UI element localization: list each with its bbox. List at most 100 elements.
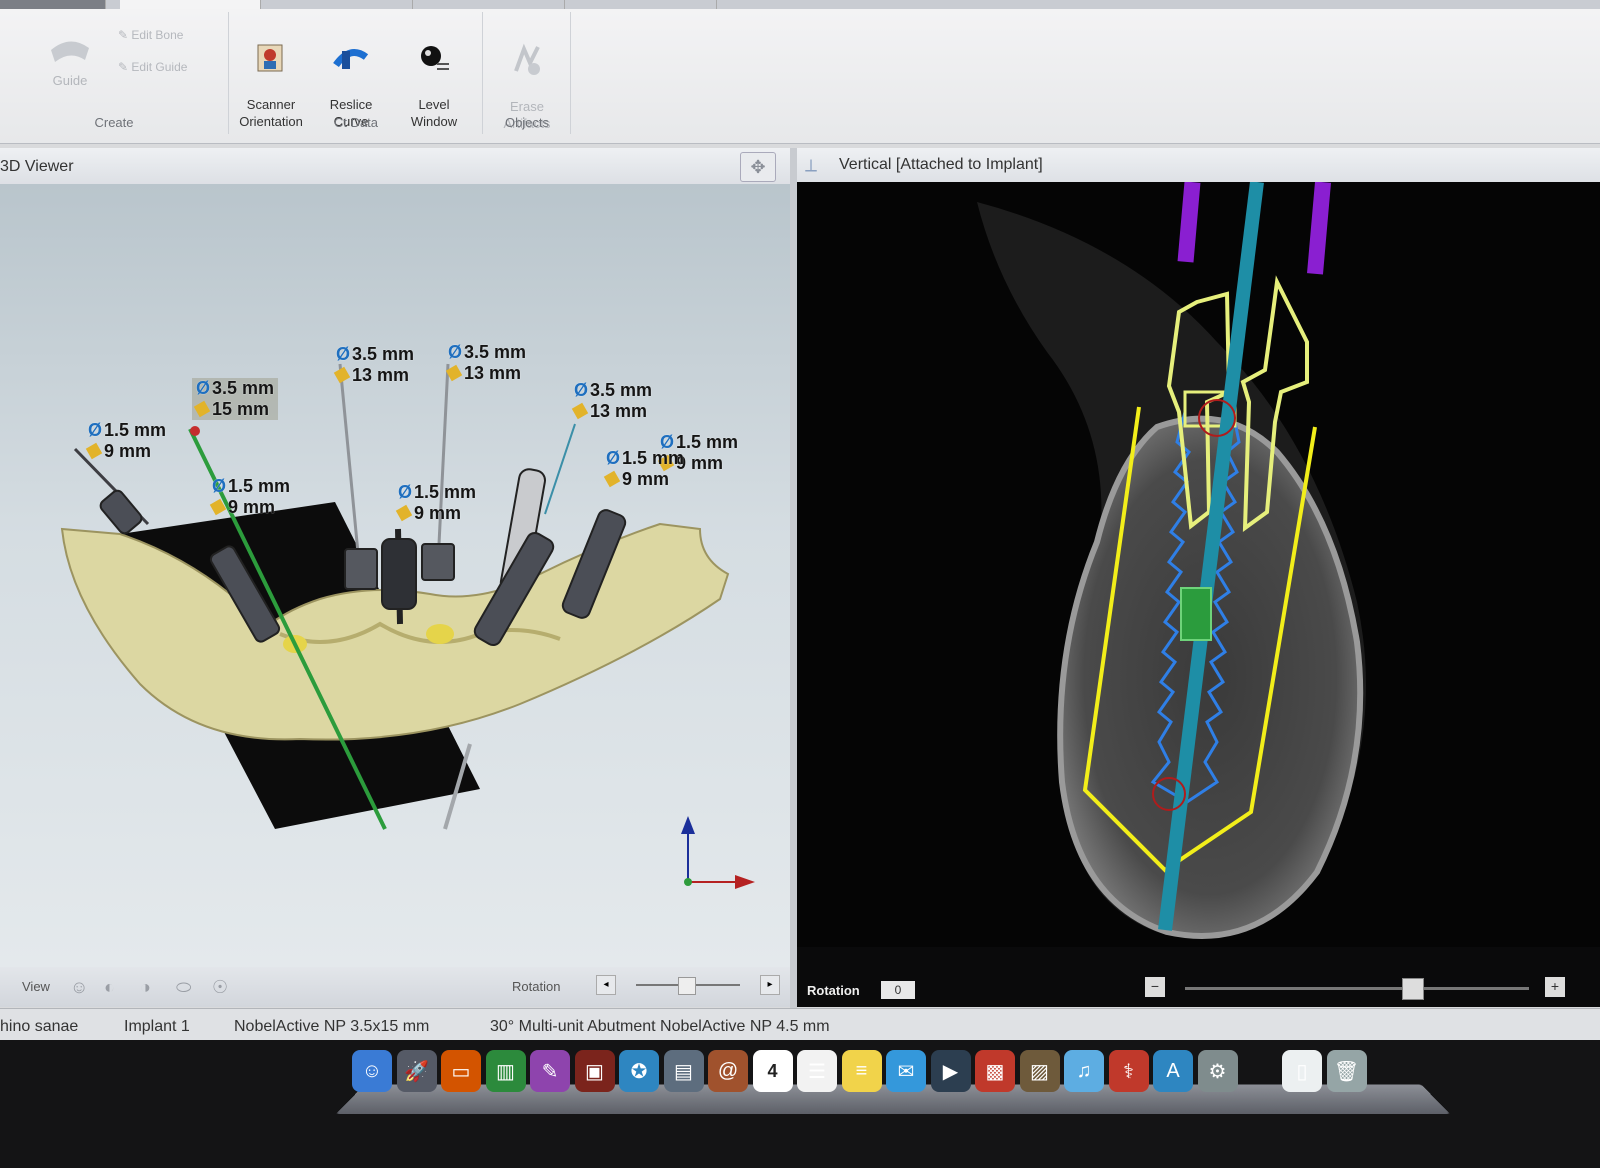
implant-label[interactable]: Ø 1.5 mm 9 mm xyxy=(395,482,477,524)
group-label-create: Create xyxy=(94,115,134,130)
rotation-increase-button[interactable]: + xyxy=(1545,977,1565,997)
facetime-icon[interactable]: ▶ xyxy=(930,1050,971,1092)
tab-prepare[interactable] xyxy=(120,0,261,9)
socket xyxy=(426,624,454,644)
guide-label: Guide xyxy=(52,73,88,88)
length-value: 9 mm xyxy=(228,497,276,517)
reslice-curve-icon xyxy=(333,49,369,69)
implant-post xyxy=(381,538,417,610)
diameter-icon: Ø xyxy=(606,448,621,468)
rotation-value[interactable]: 0 xyxy=(881,981,915,999)
move-icon[interactable]: ✥ xyxy=(740,152,776,182)
diameter-value: 1.5 mm xyxy=(414,482,477,502)
rotation-slider-thumb[interactable] xyxy=(1402,978,1425,1000)
implant-label-selected[interactable]: Ø 3.5 mm 15 mm xyxy=(192,378,279,420)
implant-label[interactable]: Ø 1.5 mm 9 mm xyxy=(603,448,684,490)
edit-bone-label: Edit Bone xyxy=(131,28,184,42)
view-label: View xyxy=(22,979,50,994)
skull-top-icon[interactable]: ⬭ xyxy=(176,977,191,998)
trash-icon[interactable]: 🗑 xyxy=(1326,1050,1367,1092)
launchpad-icon[interactable]: 🚀 xyxy=(396,1050,437,1092)
implant-label[interactable]: Ø 1.5 mm 9 mm xyxy=(85,420,167,462)
implant-label[interactable]: Ø 3.5 mm 13 mm xyxy=(571,380,652,422)
length-value: 13 mm xyxy=(352,365,410,385)
ruler-icon xyxy=(333,366,351,384)
level-window-icon xyxy=(421,46,449,70)
implant-label[interactable]: Ø 3.5 mm 13 mm xyxy=(333,344,415,386)
edit-guide-button[interactable]: ✎ Edit Guide xyxy=(118,60,187,74)
diameter-value: 1.5 mm xyxy=(676,432,739,452)
screw-marker xyxy=(1180,587,1212,641)
preview-icon[interactable]: ▤ xyxy=(663,1050,704,1092)
pane-splitter[interactable] xyxy=(790,148,797,1008)
itunes-icon[interactable]: ♫ xyxy=(1064,1050,1104,1092)
length-value: 13 mm xyxy=(590,401,648,421)
diameter-value: 3.5 mm xyxy=(352,344,415,364)
tab-plan[interactable] xyxy=(414,0,565,9)
photo-icon[interactable]: ▩ xyxy=(975,1050,1015,1092)
address-book-icon[interactable]: @ xyxy=(708,1050,748,1092)
notes-icon[interactable]: ≡ xyxy=(841,1050,882,1092)
edit-guide-icon: ✎ xyxy=(118,60,132,74)
tab-diagnose[interactable] xyxy=(262,0,413,9)
ct-slice-image xyxy=(977,182,1366,939)
implant-axis xyxy=(436,363,450,565)
skull-right-icon[interactable]: ◑ xyxy=(140,977,151,998)
iphoto-icon[interactable]: ▨ xyxy=(1019,1050,1060,1092)
rotate-right-button[interactable]: ▸ xyxy=(760,975,780,995)
stethoscope-icon[interactable]: ⚕ xyxy=(1108,1050,1149,1092)
patient-name: hino sanae xyxy=(0,1018,79,1035)
tab-finalize[interactable] xyxy=(566,0,717,9)
diameter-icon: Ø xyxy=(212,476,227,496)
photo-booth-icon[interactable]: ▣ xyxy=(574,1050,615,1092)
vertical-view-toolbar: Rotation 0 − + xyxy=(797,947,1600,1007)
ribbon-group-objects: Erase Artifacts Objects xyxy=(484,12,571,134)
ruler-icon xyxy=(193,400,211,418)
diameter-icon: Ø xyxy=(448,342,463,362)
rotation-decrease-button[interactable]: − xyxy=(1145,977,1165,997)
keynote-icon[interactable]: ▭ xyxy=(441,1050,481,1092)
viewer-3d-canvas[interactable]: Ø 1.5 mm 9 mm Ø 3.5 mm 15 mm Ø 3.5 mm 13 mm Ø3… xyxy=(0,184,790,967)
vertical-view-title: Vertical [Attached to Implant] xyxy=(839,156,1043,173)
ribbon-group-ct-data: Scanner Orientation Reslice Curve Level … xyxy=(230,12,483,134)
guide-button[interactable]: Guide xyxy=(40,30,100,89)
safari-icon[interactable]: ✪ xyxy=(619,1050,659,1092)
rotation-label-3d: Rotation xyxy=(512,979,561,994)
vertical-view-header: ⟂ Vertical [Attached to Implant] xyxy=(797,148,1600,185)
ruler-icon xyxy=(85,442,103,460)
implant-post xyxy=(344,548,378,590)
skull-front-icon[interactable]: ☺ xyxy=(70,977,88,998)
numbers-icon[interactable]: ▥ xyxy=(485,1050,526,1092)
implant-post xyxy=(99,489,143,535)
tab-1[interactable] xyxy=(0,0,106,9)
length-value: 15 mm xyxy=(212,399,270,419)
rotate-left-button[interactable]: ◂ xyxy=(596,975,616,995)
implant-label[interactable]: Ø 3.5 mm 13 mm xyxy=(445,342,526,384)
document-icon[interactable]: ▯ xyxy=(1282,1050,1322,1092)
skull-left-icon[interactable]: ◐ xyxy=(104,977,115,998)
erase-artifacts-icon xyxy=(514,43,540,75)
reminders-icon[interactable]: ☰ xyxy=(797,1050,837,1092)
diameter-icon: Ø xyxy=(574,380,589,400)
pages-icon[interactable]: ✎ xyxy=(530,1050,570,1092)
rotation-slider[interactable] xyxy=(1185,987,1529,990)
scanner-orientation-icon xyxy=(257,44,283,72)
skull-bottom-icon[interactable]: ☉ xyxy=(212,977,228,998)
finder-icon[interactable]: ☺ xyxy=(352,1050,392,1092)
implant-label[interactable]: Ø 1.5 mm 9 mm xyxy=(209,476,291,518)
orientation-axes xyxy=(681,816,755,889)
system-preferences-icon[interactable]: ⚙ xyxy=(1197,1050,1238,1092)
diameter-value: 1.5 mm xyxy=(104,420,167,440)
guide-icon xyxy=(51,41,89,62)
edit-bone-button[interactable]: ✎ Edit Bone xyxy=(118,28,183,42)
implant-axis xyxy=(544,423,576,515)
diameter-value: 1.5 mm xyxy=(228,476,291,496)
app-window: Guide ✎ Edit Bone ✎ Edit Guide Create Sc… xyxy=(0,0,1600,1080)
vertical-slice-canvas[interactable] xyxy=(797,182,1600,947)
messages-icon[interactable]: ✉ xyxy=(886,1050,926,1092)
group-label-ct-data: Ct Data xyxy=(333,115,379,130)
app-store-icon[interactable]: A xyxy=(1153,1050,1193,1092)
calendar-icon[interactable]: 4 xyxy=(752,1050,793,1092)
implant-post xyxy=(421,543,455,581)
rotation-slider-thumb-3d[interactable] xyxy=(678,977,696,995)
